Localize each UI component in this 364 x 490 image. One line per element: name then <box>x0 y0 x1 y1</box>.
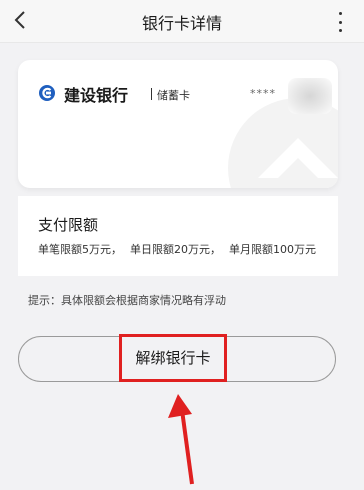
limit-tip-text: 提示：具体限额会根据商家情况略有浮动 <box>28 294 226 307</box>
daily-limit-text: 单日限额20万元， <box>130 243 221 256</box>
more-options-button[interactable] <box>336 12 344 32</box>
more-vertical-icon <box>338 12 342 15</box>
bank-card[interactable]: 建设银行 储蓄卡 **** <box>18 60 338 188</box>
payment-limit-details: 单笔限额5万元， 单日限额20万元， 单月限额100万元 <box>38 241 324 257</box>
top-nav-bar: 银行卡详情 <box>0 0 364 43</box>
bank-name-divider <box>151 88 152 100</box>
payment-limit-title: 支付限额 <box>38 216 99 234</box>
monthly-limit-text: 单月限额100万元 <box>229 243 316 256</box>
payment-limit-panel: 支付限额 单笔限额5万元， 单日限额20万元， 单月限额100万元 <box>18 196 338 276</box>
unbind-card-label[interactable]: 解绑银行卡 <box>119 334 227 382</box>
bank-name: 建设银行 <box>64 86 129 105</box>
card-type-label: 储蓄卡 <box>157 89 190 102</box>
pointer-arrow-icon <box>168 394 194 485</box>
blurred-card-digits <box>288 78 332 114</box>
page-title: 银行卡详情 <box>141 14 222 33</box>
single-limit-text: 单笔限额5万元， <box>38 243 122 256</box>
masked-card-number: **** <box>250 87 276 100</box>
ccb-logo-icon <box>39 85 55 101</box>
